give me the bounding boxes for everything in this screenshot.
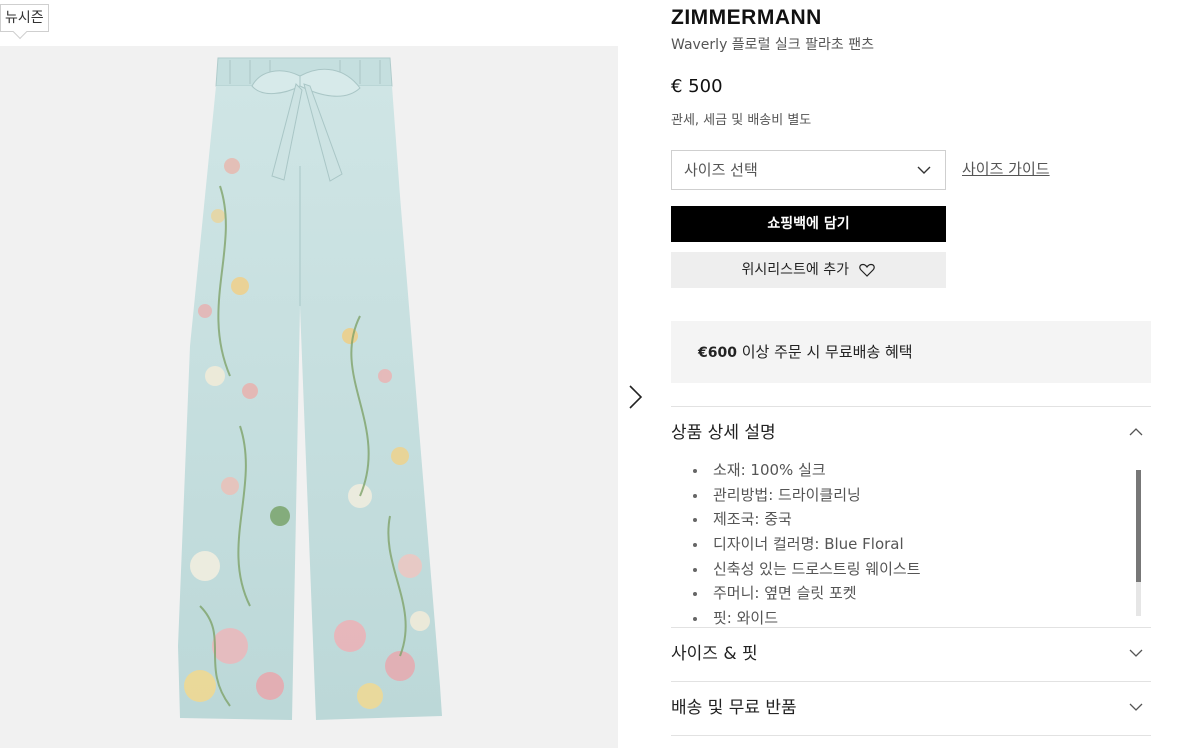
list-item: 주머니: 옆면 슬릿 포켓 xyxy=(691,581,1151,606)
wishlist-label: 위시리스트에 추가 xyxy=(741,262,850,278)
promo-text: 이상 주문 시 무료배송 혜택 xyxy=(736,343,913,361)
accordion-header-size-fit[interactable]: 사이즈 & 핏 xyxy=(671,628,1151,680)
list-item: 제조국: 중국 xyxy=(691,507,1151,532)
accordion-header-shipping-returns[interactable]: 배송 및 무료 반품 xyxy=(671,682,1151,734)
product-image-gallery xyxy=(0,46,618,748)
accordion-shipping-returns: 배송 및 무료 반품 xyxy=(671,681,1151,734)
size-guide-link[interactable]: 사이즈 가이드 xyxy=(962,158,1050,179)
details-scrollbar[interactable] xyxy=(1136,470,1141,616)
size-select-label: 사이즈 선택 xyxy=(684,161,758,179)
product-details-list: 소재: 100% 실크 관리방법: 드라이클리닝 제조국: 중국 디자이너 컬러… xyxy=(671,458,1151,626)
chevron-up-icon xyxy=(1129,428,1143,436)
accordion-title-product-details: 상품 상세 설명 xyxy=(671,423,776,443)
accordion-header-product-details[interactable]: 상품 상세 설명 xyxy=(671,407,1151,459)
accordion-size-fit: 사이즈 & 핏 xyxy=(671,627,1151,680)
free-shipping-banner: €600 이상 주문 시 무료배송 혜택 xyxy=(671,321,1151,383)
list-item: 디자이너 컬러명: Blue Floral xyxy=(691,532,1151,557)
product-name: Waverly 플로럴 실크 팔라초 팬츠 xyxy=(671,37,874,53)
list-item: 소재: 100% 실크 xyxy=(691,458,1151,483)
promo-amount: €600 xyxy=(698,345,737,361)
accordion-title-size-fit: 사이즈 & 핏 xyxy=(671,644,758,664)
accordion-title-shipping-returns: 배송 및 무료 반품 xyxy=(671,698,797,718)
list-item: 신축성 있는 드로스트링 웨이스트 xyxy=(691,557,1151,582)
product-image xyxy=(178,57,442,720)
new-season-badge: 뉴시즌 xyxy=(0,4,49,40)
badge-notch xyxy=(12,24,28,40)
list-item: 관리방법: 드라이클리닝 xyxy=(691,483,1151,508)
chevron-down-icon xyxy=(1129,649,1143,657)
add-to-wishlist-button[interactable]: 위시리스트에 추가 xyxy=(671,252,946,288)
accordion-product-details: 상품 상세 설명 xyxy=(671,406,1151,459)
size-select-dropdown[interactable]: 사이즈 선택 xyxy=(671,150,946,190)
details-scrollbar-thumb[interactable] xyxy=(1136,470,1141,582)
new-season-label: 뉴시즌 xyxy=(5,10,44,26)
chevron-right-icon xyxy=(629,385,643,409)
product-price: € 500 xyxy=(671,76,723,97)
next-image-button[interactable] xyxy=(623,383,647,411)
list-item: 핏: 와이드 xyxy=(691,606,1151,626)
add-to-bag-button[interactable]: 쇼핑백에 담기 xyxy=(671,206,946,242)
heart-icon xyxy=(859,263,876,277)
tax-note: 관세, 세금 및 배송비 별도 xyxy=(671,113,812,128)
brand-name[interactable]: ZIMMERMANN xyxy=(671,6,822,30)
chevron-down-icon xyxy=(917,166,931,174)
chevron-down-icon xyxy=(1129,703,1143,711)
accordion-divider xyxy=(671,735,1151,736)
